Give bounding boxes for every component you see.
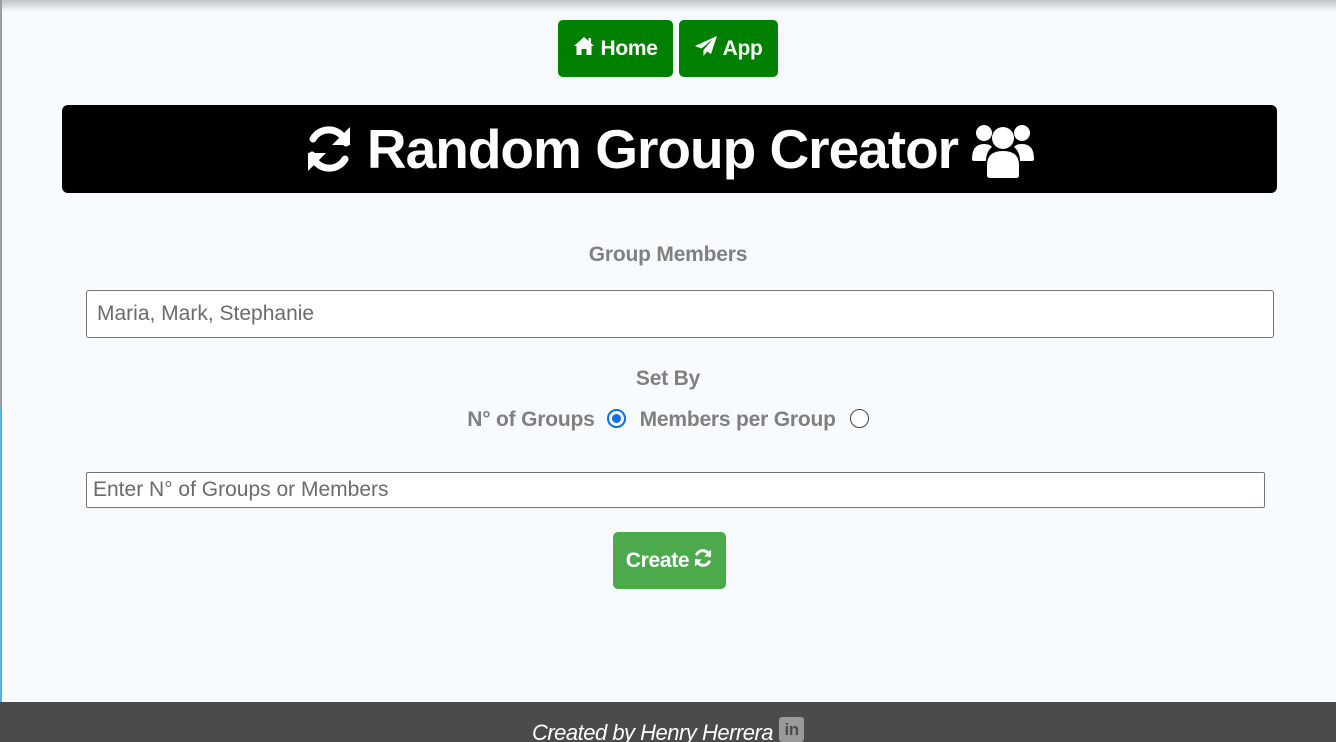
footer: Created by Henry Herrera in <box>0 702 1336 742</box>
page-title: Random Group Creator <box>366 118 959 180</box>
members-option-label: Members per Group <box>639 408 836 431</box>
home-label: Home <box>600 36 658 60</box>
create-label: Create <box>625 548 690 572</box>
group-members-value: Maria, Mark, Stephanie <box>97 302 315 325</box>
group-members-label: Group Members <box>588 243 748 266</box>
linkedin-icon[interactable]: in <box>779 717 805 742</box>
window-edge <box>0 0 2 702</box>
refresh-icon <box>303 123 355 175</box>
app-button[interactable]: App <box>678 20 778 77</box>
groups-radio[interactable] <box>606 408 626 428</box>
page-title-banner: Random Group Creator <box>62 105 1277 193</box>
app-label: App <box>722 36 763 60</box>
set-by-options: N° of Groups Members per Group <box>0 408 1336 432</box>
top-nav: Home App <box>0 20 1336 77</box>
refresh-icon <box>689 548 713 574</box>
home-icon <box>573 36 600 62</box>
group-members-input[interactable]: Maria, Mark, Stephanie <box>86 290 1274 338</box>
home-button[interactable]: Home <box>558 20 673 77</box>
paper-plane-icon <box>694 35 723 63</box>
groups-option-label: N° of Groups <box>467 408 595 431</box>
set-by-label: Set By <box>635 367 701 390</box>
footer-credit: Created by Henry Herrera <box>531 720 774 742</box>
count-input[interactable]: Enter N° of Groups or Members <box>86 472 1265 508</box>
top-shadow <box>0 0 1336 12</box>
count-placeholder: Enter N° of Groups or Members <box>93 478 389 501</box>
users-icon <box>970 119 1036 179</box>
members-radio[interactable] <box>849 408 869 428</box>
create-button[interactable]: Create <box>613 532 726 589</box>
